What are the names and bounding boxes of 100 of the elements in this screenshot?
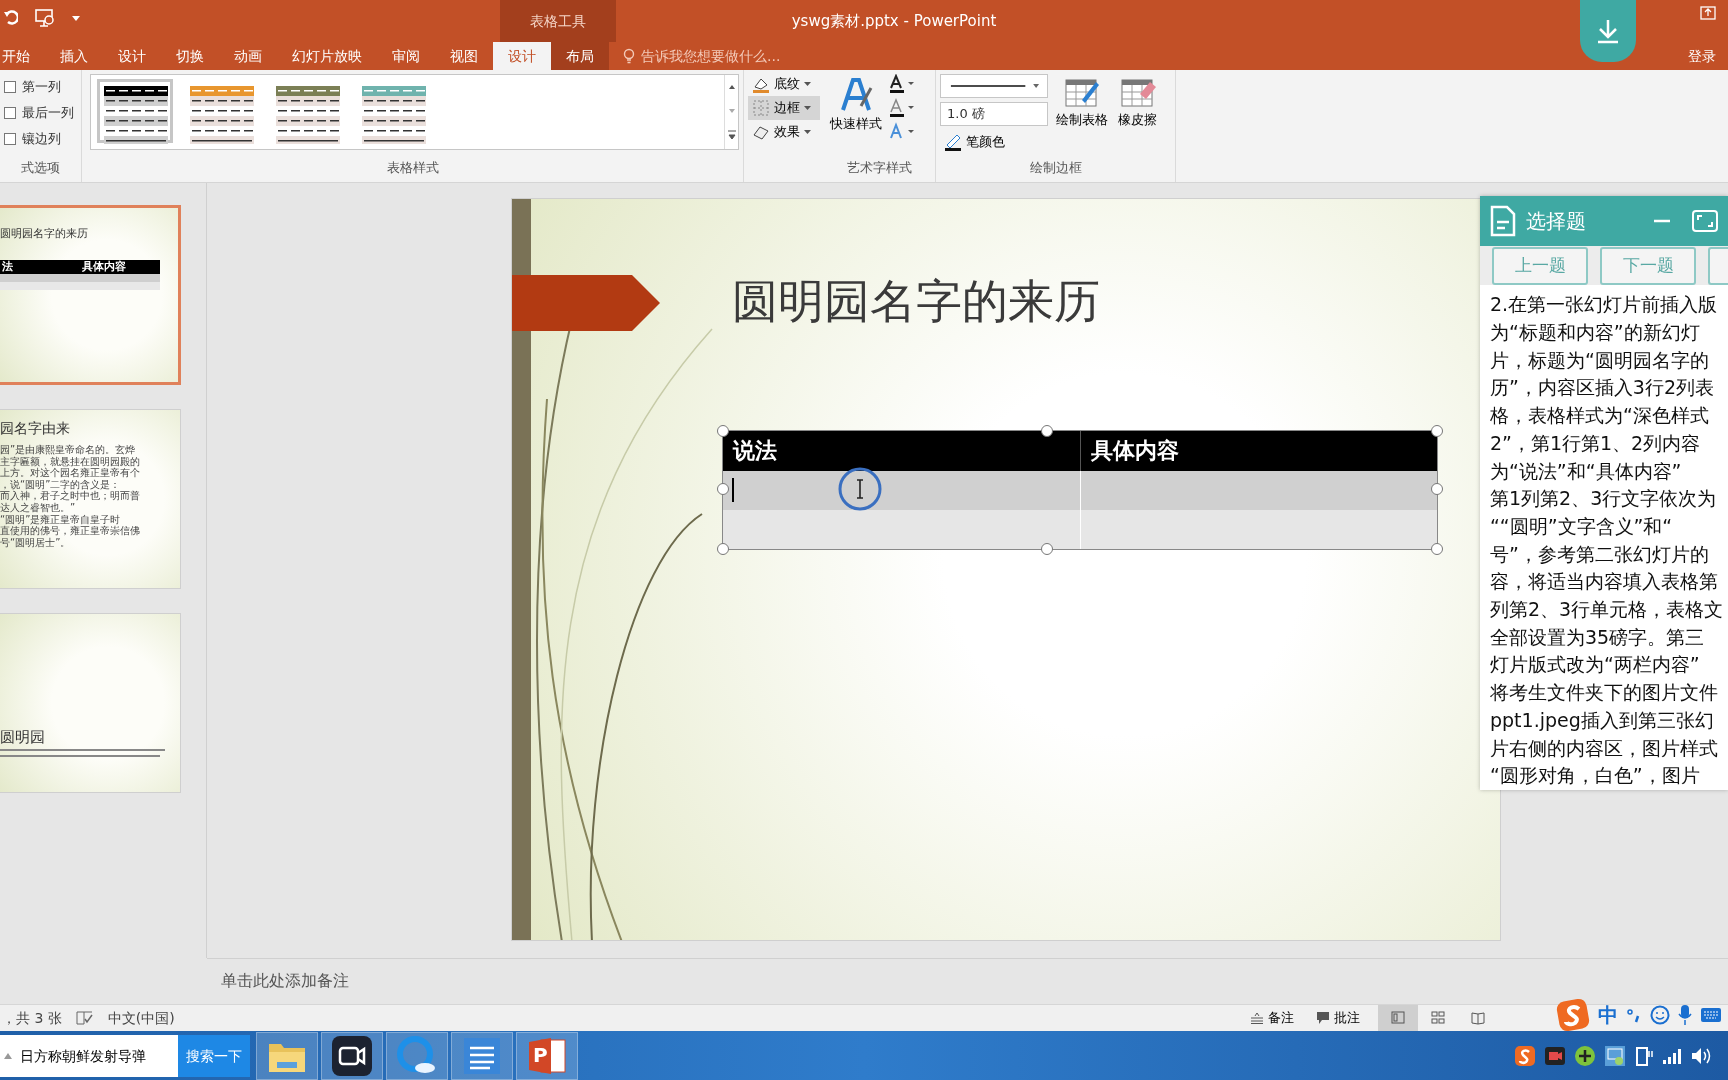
input-mode-label[interactable]: 中: [1598, 1000, 1618, 1030]
table-pencil-icon: [1064, 76, 1100, 110]
table-cell[interactable]: [1080, 510, 1437, 549]
ribbon-button[interactable]: 效果: [748, 120, 820, 144]
language-label[interactable]: 中文(中国): [107, 1007, 175, 1029]
line-weight-dropdown[interactable]: 1.0 磅: [940, 102, 1048, 126]
pen-icon: [944, 133, 962, 151]
caret-icon: [804, 105, 811, 111]
table-header-text: 法: [1, 260, 14, 274]
ribbon-tab[interactable]: 布局: [551, 42, 609, 70]
border-icon: [752, 99, 770, 117]
resize-handle[interactable]: [717, 543, 729, 555]
slide-table[interactable]: 说法 具体内容: [723, 431, 1437, 549]
slide-count: ，共 3 张: [2, 1008, 62, 1028]
table-cell[interactable]: [723, 510, 1080, 549]
i-beam-cursor-icon: [837, 466, 883, 512]
signal-icon[interactable]: [1662, 1047, 1682, 1065]
checkbox[interactable]: [4, 81, 16, 93]
ribbon-tab[interactable]: 设计: [103, 42, 161, 70]
group-label: 表格样式: [385, 159, 440, 177]
sorter-view-icon: [1430, 1010, 1446, 1026]
slideshow-icon[interactable]: [34, 8, 56, 28]
emoji-icon[interactable]: [1650, 1005, 1670, 1025]
slide-thumbnail[interactable]: 圆明园名字的来历 法 具体内容: [0, 205, 181, 385]
camera-icon: [330, 1034, 374, 1078]
checkbox-label: 镶边列: [22, 130, 61, 149]
search-field[interactable]: 日方称朝鲜发射导弹: [0, 1035, 178, 1077]
microphone-icon[interactable]: [1678, 1004, 1692, 1026]
lightbulb-icon: [623, 48, 635, 64]
ribbon-tab[interactable]: 插入: [45, 42, 103, 70]
search-button[interactable]: 搜索一下: [178, 1035, 250, 1077]
taskbar-app-button[interactable]: [321, 1032, 383, 1080]
ribbon-tab[interactable]: 切换: [161, 42, 219, 70]
context-tab-group: 表格工具: [500, 0, 616, 42]
ribbon-button[interactable]: 边框: [748, 96, 820, 120]
slide-thumbnail[interactable]: 园名字由来 园”是由康熙皇帝命名的。玄烨 主字匾额，就悬挂在圆明园殿的 上方。对这个园名雍正皇帝有个 ，说“圆明”二字的含义是： 而入神，君子之时中也；明而普 达人之睿智也。” “圆明”是雍正皇帝自皇子时 直使用的佛号，雍正皇帝崇信佛 号“圆明居士”。: [0, 409, 181, 589]
caret-icon[interactable]: [72, 14, 80, 22]
window-title: yswg素材.pptx - PowerPoint: [791, 10, 997, 32]
panel-title: 选择题: [1526, 208, 1586, 235]
slide-thumbnail[interactable]: 圆明园: [0, 613, 181, 793]
table-header-cell-text: 说法: [731, 437, 778, 465]
input-method-tray-icon[interactable]: [1514, 1045, 1536, 1067]
ribbon-tab[interactable]: 幻灯片放映: [277, 42, 377, 70]
draw-table-button[interactable]: 绘制表格: [1054, 74, 1110, 158]
spellcheck-icon[interactable]: [75, 1010, 94, 1026]
line-style-dropdown[interactable]: [940, 74, 1048, 98]
notes-button[interactable]: 备注: [1246, 1006, 1298, 1030]
table-style-thumbnail[interactable]: [97, 79, 173, 143]
ribbon-tab[interactable]: 开始: [0, 42, 45, 70]
table-eraser-icon: [1119, 76, 1156, 110]
download-button[interactable]: [1580, 0, 1636, 62]
search-field[interactable]: 告诉我您想要做什么...: [639, 44, 879, 68]
comments-button[interactable]: 批注: [1312, 1006, 1364, 1030]
checkbox[interactable]: [4, 107, 16, 119]
text-cursor: [732, 478, 734, 502]
undo-icon[interactable]: [4, 8, 18, 28]
resize-handle[interactable]: [717, 483, 729, 495]
group-label: 绘制边框: [1028, 159, 1083, 177]
thumbnail-title: 圆明园名字的来历: [0, 226, 88, 242]
caret-icon[interactable]: [4, 1053, 12, 1059]
comment-icon: [1316, 1011, 1330, 1025]
ribbon-tab[interactable]: 审阅: [377, 42, 435, 70]
punctuation-icon[interactable]: [1626, 1006, 1642, 1024]
checkbox-label: 第一列: [22, 78, 61, 97]
battery-icon[interactable]: [1634, 1045, 1654, 1067]
ribbon-tab[interactable]: 视图: [435, 42, 493, 70]
table-cell[interactable]: [723, 471, 1080, 510]
text-outline-icon[interactable]: [888, 98, 916, 118]
text-fill-icon[interactable]: [888, 74, 916, 94]
download-icon: [1596, 18, 1620, 44]
ribbon-tab[interactable]: 动画: [219, 42, 277, 70]
network-tray-icon[interactable]: [1604, 1045, 1626, 1067]
question-text: 2.在第一张幻灯片前插入版 为“标题和内容”的新幻灯 片，标题为“圆明园名字的 历”，内容区插入3行2列表 格，表格样式为“深色样式 2”，第1行第1、2列内容 为“说法”和“具体内容” 第1列第2、3行文字依次为 ““圆明”文字含义”和“ 号”，参考第二张幻灯片的 容，将适当内容填入表格第 列第2、3行单元格，表格文 全部设置为35磅字。第三 灯片版式改为“两栏内容” 将考生文件夹下的图片文件 ppt1.jpeg插入到第三张幻 片右侧的内容区，图片样式 “圆形对角，白色”，图片: [1489, 292, 1725, 789]
thumbnail-title: 圆明园: [0, 727, 45, 748]
volume-icon[interactable]: [1690, 1046, 1712, 1066]
table-header-text: 具体内容: [81, 260, 127, 274]
maximize-icon[interactable]: [1692, 210, 1718, 232]
caret-icon: [804, 81, 811, 87]
resize-handle[interactable]: [1431, 425, 1443, 437]
notes-placeholder[interactable]: 单击此处添加备注: [221, 971, 349, 990]
pen-color-button[interactable]: 笔颜色: [940, 130, 1048, 154]
ribbon-button[interactable]: 底纹: [748, 72, 820, 96]
plus-tray-icon[interactable]: [1574, 1045, 1596, 1067]
slide-title: 圆明园名字的来历: [732, 273, 1100, 330]
resize-handle[interactable]: [717, 425, 729, 437]
document-icon: [1490, 205, 1516, 237]
recorder-tray-icon[interactable]: [1544, 1045, 1566, 1067]
table-cell[interactable]: [1080, 471, 1437, 510]
ribbon-display-icon[interactable]: [1700, 6, 1716, 20]
sign-in-link[interactable]: 登录: [1688, 42, 1716, 70]
resize-handle[interactable]: [1431, 543, 1443, 555]
resize-handle[interactable]: [1041, 425, 1053, 437]
quick-styles-button[interactable]: 快速样式: [828, 74, 884, 158]
eraser-button[interactable]: 橡皮擦: [1116, 74, 1159, 158]
input-method-logo[interactable]: [1556, 998, 1590, 1032]
ribbon-tab[interactable]: 设计: [493, 42, 551, 70]
checkbox-label: 最后一列: [22, 104, 74, 123]
checkbox[interactable]: [4, 133, 16, 145]
taskbar-app-button[interactable]: P: [516, 1032, 578, 1080]
keyboard-icon[interactable]: [1700, 1006, 1722, 1024]
